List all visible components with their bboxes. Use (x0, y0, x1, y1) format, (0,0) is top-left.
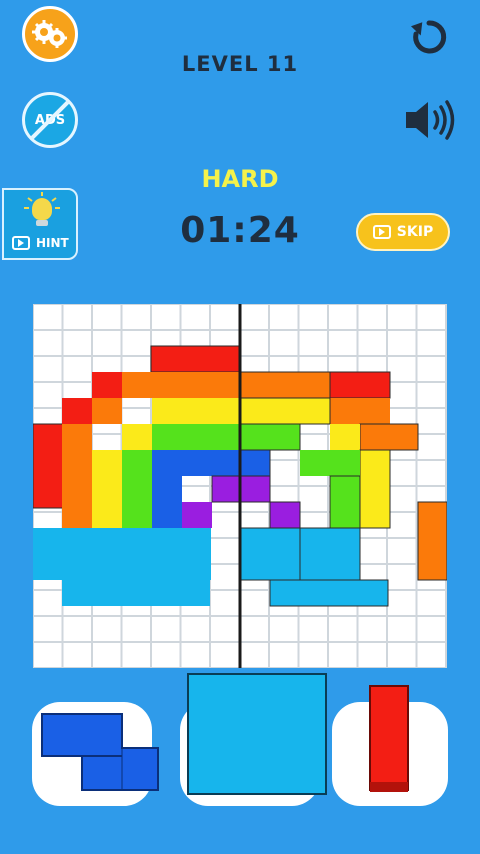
piece-orange-right (359, 423, 419, 451)
piece-orange-top-right (239, 371, 331, 399)
piece-yellow-cell (152, 398, 240, 424)
piece-blue-cell (152, 450, 182, 528)
piece-cyan-left-lower (62, 580, 210, 606)
piece-red-cell (62, 398, 92, 424)
piece-green-cell (300, 450, 360, 476)
speaker-icon (406, 100, 455, 140)
piece-purple-cell (182, 502, 212, 528)
skip-label: SKIP (396, 224, 434, 240)
piece-green-right (329, 475, 361, 529)
difficulty-label: HARD (201, 165, 279, 193)
piece-cyan-bar (269, 579, 389, 607)
piece-yellow-cell (92, 450, 122, 528)
undo-icon (410, 20, 447, 54)
undo-button[interactable] (408, 16, 450, 58)
piece-orange-cell (122, 372, 240, 398)
piece-orange-far-right (417, 501, 447, 581)
piece-blue-cell (182, 450, 240, 476)
sound-button[interactable] (402, 98, 460, 142)
piece-yellow-cell (122, 424, 152, 450)
remove-ads-button[interactable]: ADS (22, 92, 78, 148)
piece-cyan-left (33, 528, 211, 580)
gear-icon (32, 20, 67, 48)
piece-blue-top (239, 449, 271, 477)
piece-yellow-right (359, 449, 391, 529)
piece-cyan-square (299, 527, 361, 581)
piece-green-cell (152, 424, 240, 450)
piece-yellow-cell (330, 424, 360, 450)
piece-purple-right (269, 501, 301, 529)
tray-piece-red-bar[interactable] (368, 684, 410, 796)
skip-button[interactable]: SKIP (356, 213, 450, 251)
puzzle-board[interactable] (33, 304, 447, 668)
piece-red-top (150, 345, 242, 373)
piece-green-top (239, 423, 301, 451)
piece-cyan-square (239, 527, 301, 581)
piece-orange-cell (330, 398, 390, 424)
tray-piece-blue-z[interactable] (40, 712, 160, 796)
piece-red-left (33, 423, 64, 509)
video-ad-icon (372, 225, 391, 239)
piece-orange-cell (92, 398, 122, 424)
piece-yellow-top (239, 397, 331, 425)
piece-orange-cell (62, 424, 92, 528)
piece-red-right (329, 371, 391, 399)
tray-piece-cyan-square[interactable] (186, 672, 328, 796)
piece-green-cell (122, 450, 152, 528)
